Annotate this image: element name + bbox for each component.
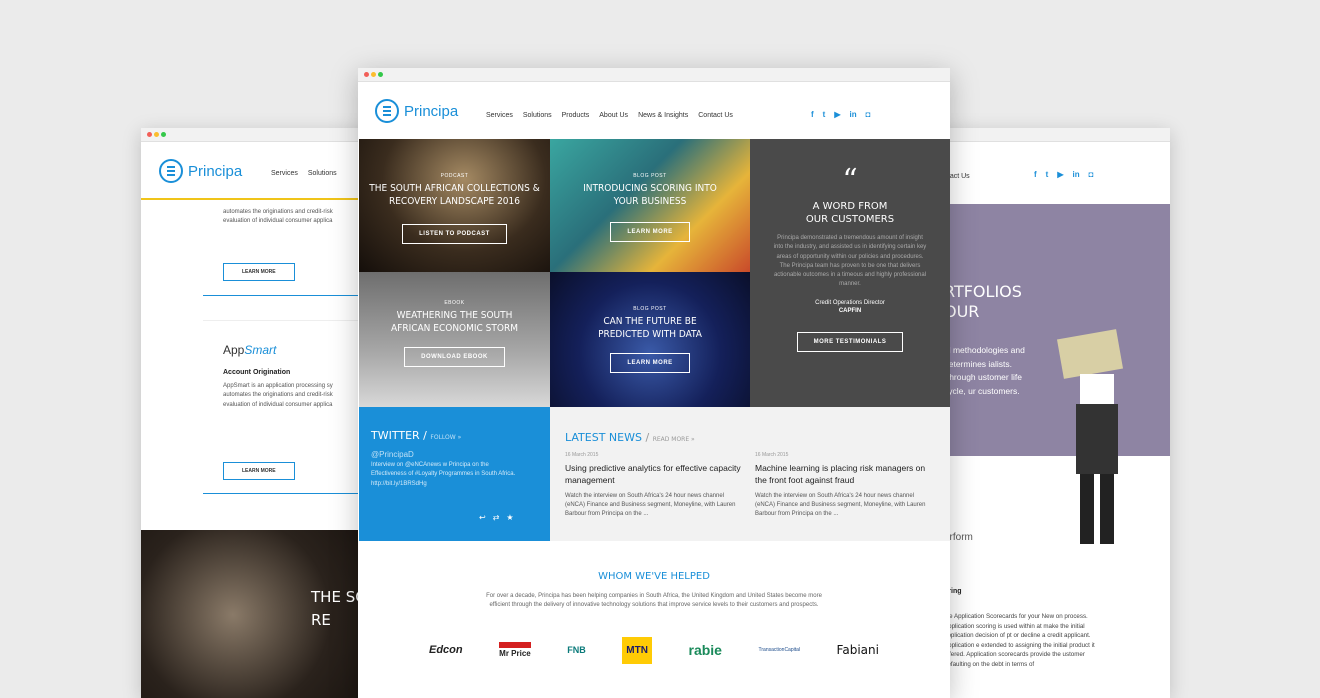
logo-fnb: FNB (567, 645, 586, 656)
window-chrome (141, 128, 371, 142)
nav-solutions[interactable]: Solutions (523, 112, 552, 119)
latest-news-panel: LATEST NEWS / READ MORE » 16 March 2015 … (550, 407, 950, 541)
learn-more-button[interactable]: LEARN MORE (610, 222, 690, 242)
window-chrome (930, 128, 1170, 142)
card-1: automates the originations and credit-ri… (203, 200, 371, 296)
youtube-icon[interactable]: ▶ (834, 110, 840, 119)
main-browser-window: Principa Services Solutions Products Abo… (358, 68, 950, 698)
listen-to-podcast-button[interactable]: LISTEN TO PODCAST (402, 224, 507, 244)
twitter-panel: TWITTER / FOLLOW » @PrincipaD Interview … (359, 407, 550, 541)
window-chrome (358, 68, 950, 82)
nav-products[interactable]: Products (562, 112, 590, 119)
news-item[interactable]: 16 March 2015 Machine learning is placin… (755, 452, 935, 520)
learn-more-button[interactable]: LEARN MORE (223, 263, 295, 281)
facebook-icon[interactable]: f (811, 110, 814, 119)
nav-contact[interactable]: Contact Us (698, 112, 733, 119)
nav-services[interactable]: Services (486, 112, 513, 119)
read-more-link[interactable]: READ MORE » (653, 436, 695, 443)
hero-panel: RTFOLIOS OUR al methodologies and determ… (930, 204, 1170, 544)
testimonial-panel: “ A WORD FROM OUR CUSTOMERS Principa dem… (750, 139, 950, 407)
linkedin-icon[interactable]: in (850, 110, 857, 119)
more-testimonials-button[interactable]: MORE TESTIMONIALS (796, 331, 904, 352)
puzzle-man-illustration (1050, 324, 1140, 549)
tile-podcast[interactable]: PODCAST THE SOUTH AFRICAN COLLECTIONS & R… (359, 139, 550, 272)
whom-weve-helped: WHOM WE'VE HELPED For over a decade, Pri… (358, 541, 950, 698)
nav-news[interactable]: News & Insights (638, 112, 688, 119)
reply-icon[interactable]: ↩ (479, 513, 486, 522)
nav-about[interactable]: About Us (599, 112, 628, 119)
right-browser-window: ntact Us f t ▶ in ◘ RTFOLIOS OUR al methodol… (930, 128, 1170, 698)
tile-ebook[interactable]: EBOOK WEATHERING THE SOUTH AFRICAN ECONOM… (359, 272, 550, 407)
header: Principa Services Solutions Products Abo… (358, 82, 950, 139)
header: ntact Us f t ▶ in ◘ (930, 142, 1170, 204)
nav-solutions[interactable]: Solutions (308, 170, 337, 177)
nav-services[interactable]: Services (271, 170, 298, 177)
logo-rabie: rabie (688, 642, 722, 659)
learn-more-button[interactable]: LEARN MORE (223, 462, 295, 480)
logo-mrprice: Mr Price (499, 642, 531, 658)
logo-fabiani: Fabiani (836, 643, 879, 658)
principa-logo[interactable]: Principa (375, 99, 458, 123)
principa-logo[interactable]: Principa (159, 159, 242, 183)
header: Principa Services Solutions (141, 142, 371, 200)
hero-microphone: THE SC RE (141, 530, 371, 698)
download-ebook-button[interactable]: DOWNLOAD EBOOK (404, 347, 505, 367)
linkedin-icon[interactable]: in (1073, 170, 1080, 179)
card-2: AppSmart Account Origination AppSmart is… (203, 320, 371, 494)
retweet-icon[interactable]: ⇄ (493, 513, 500, 522)
logo-mtn: MTN (622, 636, 652, 664)
facebook-icon[interactable]: f (1034, 170, 1037, 179)
instagram-icon[interactable]: ◘ (866, 110, 871, 119)
left-browser-window: Principa Services Solutions automates the… (141, 128, 371, 698)
instagram-icon[interactable]: ◘ (1089, 170, 1094, 179)
twitter-icon[interactable]: t (823, 110, 826, 119)
logo-icon (159, 159, 183, 183)
quote-icon: “ (842, 163, 858, 198)
logo-edcon: Edcon (429, 644, 463, 657)
tile-future[interactable]: BLOG POST CAN THE FUTURE BE PREDICTED WIT… (550, 272, 750, 407)
logo-transaction-capital: TransactionCapital (758, 647, 801, 654)
twitter-icon[interactable]: t (1046, 170, 1049, 179)
twitter-follow-link[interactable]: FOLLOW » (430, 434, 461, 441)
favorite-icon[interactable]: ★ (506, 513, 513, 522)
news-item[interactable]: 16 March 2015 Using predictive analytics… (565, 452, 741, 520)
client-logos: Edcon Mr Price FNB MTN rabie Transaction… (429, 636, 879, 664)
tile-scoring[interactable]: BLOG POST INTRODUCING SCORING INTO YOUR B… (550, 139, 750, 272)
learn-more-button[interactable]: LEARN MORE (610, 353, 690, 373)
youtube-icon[interactable]: ▶ (1057, 170, 1063, 179)
logo-icon (375, 99, 399, 123)
